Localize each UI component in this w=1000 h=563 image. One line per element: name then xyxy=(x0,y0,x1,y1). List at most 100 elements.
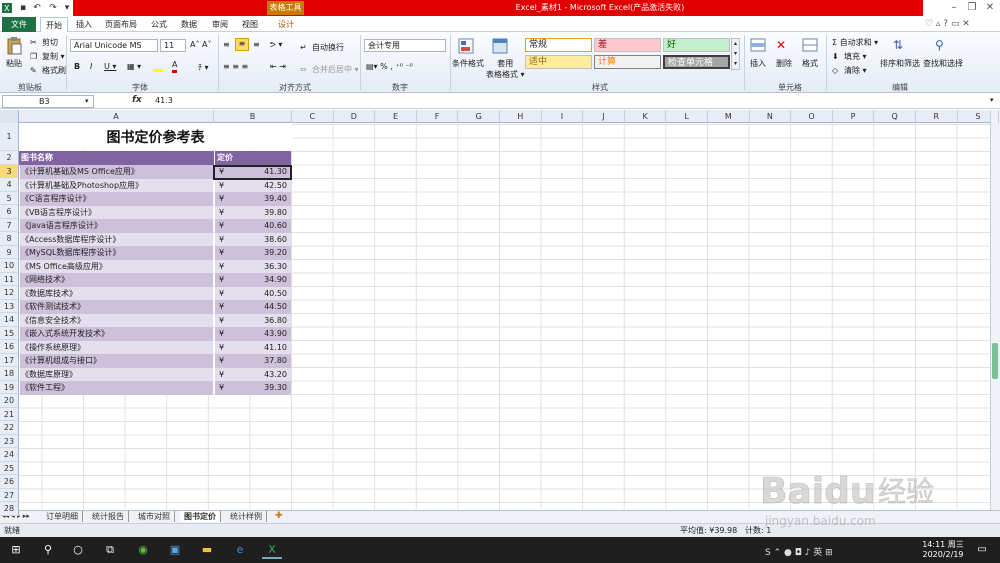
styles-scroll-icon[interactable]: ▴ ▾ ▾ xyxy=(731,38,740,70)
fill-button[interactable]: ⬇ 填充 ▾ xyxy=(832,51,867,62)
sheet-tab-orders[interactable]: 订单明细 xyxy=(42,511,83,522)
book-name-cell[interactable]: 《嵌入式系统开发技术》 xyxy=(20,327,213,341)
column-header-l[interactable]: L xyxy=(666,110,708,123)
name-box-dropdown-icon[interactable]: ▾ xyxy=(85,97,89,105)
sort-filter-button[interactable]: 排序和筛选 xyxy=(880,58,920,69)
book-price-cell[interactable]: ¥39.20 xyxy=(214,246,291,260)
new-sheet-icon[interactable]: ✚ xyxy=(275,511,283,521)
sheet-tab-sample[interactable]: 统计样例 xyxy=(226,511,267,522)
table-format-icon[interactable] xyxy=(492,38,508,57)
conditional-format-icon[interactable] xyxy=(458,38,474,57)
find-select-icon[interactable]: ⚲ xyxy=(935,38,944,52)
align-top-icon[interactable]: ≡ xyxy=(223,40,230,49)
row-header-7[interactable]: 7 xyxy=(0,218,19,232)
book-price-cell[interactable]: ¥37.80 xyxy=(214,354,291,368)
column-header-f[interactable]: F xyxy=(417,110,459,123)
row-header-18[interactable]: 18 xyxy=(0,367,19,381)
row-header-15[interactable]: 15 xyxy=(0,326,19,340)
function-icon[interactable]: fx xyxy=(132,95,142,105)
book-name-cell[interactable]: 《数据库技术》 xyxy=(20,286,213,300)
cut-button[interactable]: ✂ 剪切 xyxy=(30,37,58,48)
sheet-tab-book-prices[interactable]: 图书定价 xyxy=(180,511,221,522)
book-price-cell[interactable]: ¥39.30 xyxy=(214,381,291,395)
book-name-cell[interactable]: 《Java语言程序设计》 xyxy=(20,219,213,233)
tab-data[interactable]: 数据 xyxy=(177,17,201,32)
row-header-12[interactable]: 12 xyxy=(0,286,19,300)
file-explorer-icon[interactable]: ▬ xyxy=(197,541,217,559)
ribbon-controls-icon[interactable]: ♡ ▵ ? ▭ ✕ xyxy=(925,19,970,29)
column-header-a[interactable]: A xyxy=(19,110,214,123)
align-left-icon[interactable]: ≡ ≡ ≡ xyxy=(223,62,248,71)
paste-button[interactable]: 粘贴 xyxy=(6,58,22,69)
book-name-cell[interactable]: 《操作系统原理》 xyxy=(20,340,213,354)
row-header-19[interactable]: 19 xyxy=(0,380,19,394)
style-check-cell[interactable]: 检查单元格 xyxy=(663,55,730,69)
wrap-text-button[interactable]: ↵ 自动换行 xyxy=(300,42,344,53)
book-name-cell[interactable]: 《软件工程》 xyxy=(20,381,213,395)
search-icon[interactable]: ⚲ xyxy=(38,541,58,559)
header-price-cell[interactable]: 定价 xyxy=(214,151,291,165)
align-middle-icon[interactable]: ≡ xyxy=(235,38,249,51)
delete-cells-icon[interactable]: ✕ xyxy=(776,38,786,52)
clear-button[interactable]: ◇ 清除 ▾ xyxy=(832,65,867,76)
book-price-cell[interactable]: ¥44.50 xyxy=(214,300,291,314)
row-header-5[interactable]: 5 xyxy=(0,191,19,205)
book-price-cell[interactable]: ¥43.20 xyxy=(214,367,291,381)
undo-icon[interactable]: ↶ xyxy=(32,3,42,13)
bold-button[interactable]: B xyxy=(74,62,80,71)
name-box[interactable]: B3 xyxy=(2,95,94,108)
header-name-cell[interactable]: 图书名称 xyxy=(19,151,214,165)
row-header-8[interactable]: 8 xyxy=(0,232,19,246)
tab-view[interactable]: 视图 xyxy=(238,17,262,32)
column-header-n[interactable]: N xyxy=(750,110,792,123)
cortana-icon[interactable]: ○ xyxy=(68,541,88,559)
column-header-e[interactable]: E xyxy=(375,110,417,123)
row-header-27[interactable]: 27 xyxy=(0,488,19,502)
row-header-9[interactable]: 9 xyxy=(0,245,19,259)
row-header-26[interactable]: 26 xyxy=(0,475,19,489)
column-header-p[interactable]: P xyxy=(833,110,875,123)
row-header-3[interactable]: 3 xyxy=(0,164,19,178)
column-header-r[interactable]: R xyxy=(916,110,958,123)
book-price-cell[interactable]: ¥40.50 xyxy=(214,286,291,300)
redo-icon[interactable]: ↷ xyxy=(48,3,58,13)
sheet-tab-report[interactable]: 统计报告 xyxy=(88,511,129,522)
tab-design[interactable]: 设计 xyxy=(268,17,304,32)
row-header-22[interactable]: 22 xyxy=(0,421,19,435)
clock-time[interactable]: 14:11 周三 xyxy=(918,539,968,550)
book-price-cell[interactable]: ¥36.80 xyxy=(214,313,291,327)
book-price-cell[interactable]: ¥42.50 xyxy=(214,178,291,192)
book-price-cell[interactable]: ¥36.30 xyxy=(214,259,291,273)
book-name-cell[interactable]: 《数据库原理》 xyxy=(20,367,213,381)
tab-file[interactable]: 文件 xyxy=(2,17,36,32)
column-header-h[interactable]: H xyxy=(500,110,542,123)
row-header-1[interactable]: 1 xyxy=(0,123,19,151)
orientation-icon[interactable]: ᕗ ▾ xyxy=(270,40,282,49)
column-header-o[interactable]: O xyxy=(791,110,833,123)
book-name-cell[interactable]: 《计算机基础及Photoshop应用》 xyxy=(20,178,213,192)
task-view-icon[interactable]: ⧉ xyxy=(100,541,120,559)
book-name-cell[interactable]: 《计算机基础及MS Office应用》 xyxy=(20,165,213,179)
row-header-2[interactable]: 2 xyxy=(0,151,19,165)
book-name-cell[interactable]: 《MS Office高级应用》 xyxy=(20,259,213,273)
book-name-cell[interactable]: 《网络技术》 xyxy=(20,273,213,287)
vertical-scroll-thumb[interactable] xyxy=(992,343,998,379)
edge-icon[interactable]: e xyxy=(230,541,250,559)
insert-cells-icon[interactable] xyxy=(750,38,766,55)
border-icon[interactable]: ▦ ▾ xyxy=(127,62,141,71)
minimize-button[interactable]: – xyxy=(945,2,963,14)
fill-color-icon[interactable] xyxy=(153,62,163,72)
tab-insert[interactable]: 插入 xyxy=(72,17,96,32)
select-all-button[interactable] xyxy=(0,110,19,123)
row-header-6[interactable]: 6 xyxy=(0,205,19,219)
italic-button[interactable]: I xyxy=(90,62,92,71)
column-header-d[interactable]: D xyxy=(334,110,376,123)
style-normal[interactable]: 常规 xyxy=(525,38,592,52)
book-price-cell[interactable]: ¥38.60 xyxy=(214,232,291,246)
conditional-format-button[interactable]: 条件格式 xyxy=(452,58,484,69)
browser-360-icon[interactable]: ◉ xyxy=(133,541,153,559)
row-header-21[interactable]: 21 xyxy=(0,407,19,421)
row-header-14[interactable]: 14 xyxy=(0,313,19,327)
sheet-tab-cities[interactable]: 城市对照 xyxy=(134,511,175,522)
column-header-g[interactable]: G xyxy=(458,110,500,123)
